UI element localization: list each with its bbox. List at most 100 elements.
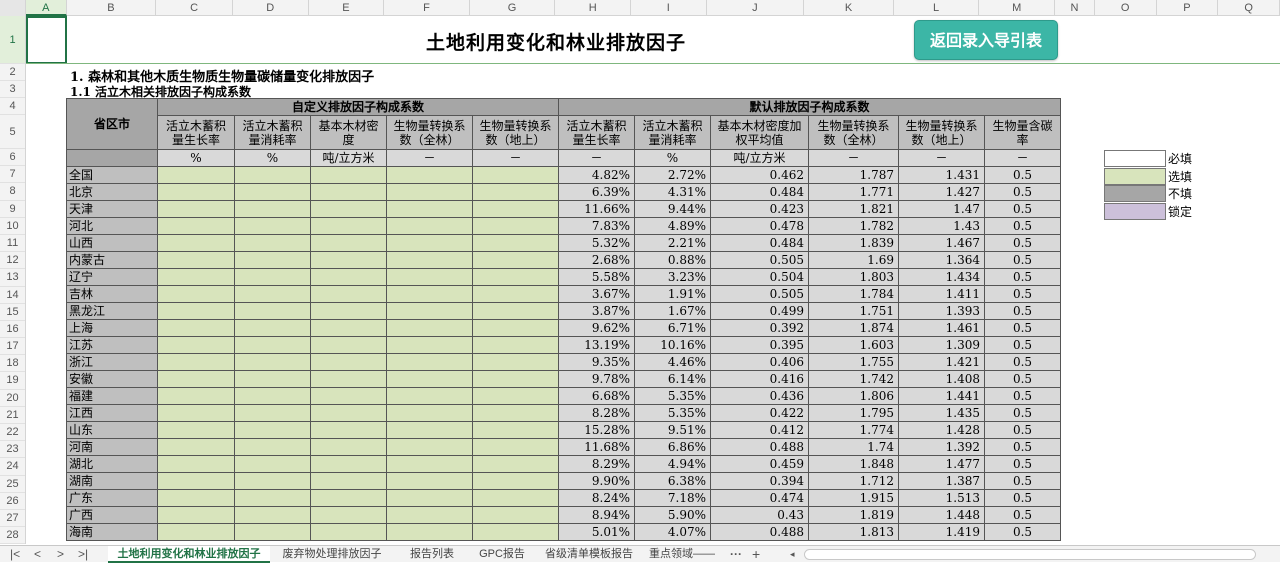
col-header-l[interactable]: L	[894, 0, 980, 16]
custom-input-cell[interactable]	[472, 183, 559, 201]
col-header-h[interactable]: H	[555, 0, 632, 16]
col-header-q[interactable]: Q	[1218, 0, 1280, 16]
row-header[interactable]: 5	[0, 115, 25, 149]
tab-provincial-template[interactable]: 省级清单模板报告	[536, 546, 642, 563]
custom-input-cell[interactable]	[472, 387, 559, 405]
row-header[interactable]: 7	[0, 166, 25, 184]
custom-input-cell[interactable]	[386, 183, 473, 201]
custom-input-cell[interactable]	[472, 166, 559, 184]
custom-input-cell[interactable]	[234, 285, 311, 303]
custom-input-cell[interactable]	[157, 336, 235, 354]
row-header[interactable]: 25	[0, 476, 25, 493]
custom-input-cell[interactable]	[472, 438, 559, 456]
custom-input-cell[interactable]	[310, 438, 387, 456]
custom-input-cell[interactable]	[157, 455, 235, 473]
next-sheet-icon[interactable]: >	[57, 546, 64, 563]
custom-input-cell[interactable]	[386, 438, 473, 456]
row-header[interactable]: 19	[0, 372, 25, 390]
select-all-corner[interactable]	[0, 0, 26, 16]
row-header[interactable]: 12	[0, 252, 25, 270]
custom-input-cell[interactable]	[157, 353, 235, 371]
custom-input-cell[interactable]	[310, 319, 387, 337]
custom-input-cell[interactable]	[157, 183, 235, 201]
custom-input-cell[interactable]	[157, 234, 235, 252]
custom-input-cell[interactable]	[234, 421, 311, 439]
custom-input-cell[interactable]	[386, 200, 473, 218]
custom-input-cell[interactable]	[234, 217, 311, 235]
col-header-j[interactable]: J	[707, 0, 805, 16]
custom-input-cell[interactable]	[234, 404, 311, 422]
custom-input-cell[interactable]	[386, 506, 473, 524]
row-header[interactable]: 20	[0, 390, 25, 407]
row-header[interactable]: 13	[0, 269, 25, 287]
row-header[interactable]: 15	[0, 304, 25, 321]
custom-input-cell[interactable]	[386, 251, 473, 269]
custom-input-cell[interactable]	[472, 404, 559, 422]
more-sheets-icon[interactable]: ···	[730, 546, 742, 563]
custom-input-cell[interactable]	[310, 166, 387, 184]
col-header-f[interactable]: F	[384, 0, 470, 16]
custom-input-cell[interactable]	[472, 217, 559, 235]
custom-input-cell[interactable]	[157, 268, 235, 286]
custom-input-cell[interactable]	[234, 234, 311, 252]
row-header[interactable]: 14	[0, 287, 25, 304]
custom-input-cell[interactable]	[157, 438, 235, 456]
custom-input-cell[interactable]	[310, 353, 387, 371]
custom-input-cell[interactable]	[157, 472, 235, 490]
custom-input-cell[interactable]	[310, 268, 387, 286]
custom-input-cell[interactable]	[386, 285, 473, 303]
custom-input-cell[interactable]	[310, 421, 387, 439]
custom-input-cell[interactable]	[234, 166, 311, 184]
custom-input-cell[interactable]	[472, 421, 559, 439]
custom-input-cell[interactable]	[234, 183, 311, 201]
row-header[interactable]: 11	[0, 235, 25, 253]
custom-input-cell[interactable]	[157, 404, 235, 422]
custom-input-cell[interactable]	[310, 489, 387, 507]
col-header-d[interactable]: D	[233, 0, 309, 16]
custom-input-cell[interactable]	[310, 370, 387, 388]
custom-input-cell[interactable]	[234, 472, 311, 490]
row-header[interactable]: 24	[0, 458, 25, 476]
custom-input-cell[interactable]	[310, 285, 387, 303]
custom-input-cell[interactable]	[386, 472, 473, 490]
custom-input-cell[interactable]	[157, 506, 235, 524]
custom-input-cell[interactable]	[472, 489, 559, 507]
custom-input-cell[interactable]	[234, 353, 311, 371]
custom-input-cell[interactable]	[472, 302, 559, 320]
tab-report-list[interactable]: 报告列表	[395, 546, 469, 563]
col-header-o[interactable]: O	[1095, 0, 1157, 16]
custom-input-cell[interactable]	[386, 217, 473, 235]
tab-waste-treatment[interactable]: 废弃物处理排放因子	[276, 546, 388, 563]
custom-input-cell[interactable]	[386, 370, 473, 388]
col-header-i[interactable]: I	[631, 0, 707, 16]
row-header[interactable]: 2	[0, 64, 25, 81]
row-header[interactable]: 1	[0, 16, 25, 64]
custom-input-cell[interactable]	[472, 251, 559, 269]
custom-input-cell[interactable]	[157, 302, 235, 320]
tab-key-sectors[interactable]: 重点领域——	[646, 546, 718, 563]
row-header[interactable]: 26	[0, 493, 25, 510]
custom-input-cell[interactable]	[157, 387, 235, 405]
custom-input-cell[interactable]	[472, 319, 559, 337]
custom-input-cell[interactable]	[234, 200, 311, 218]
last-sheet-icon[interactable]: >|	[78, 546, 88, 563]
custom-input-cell[interactable]	[310, 506, 387, 524]
row-header[interactable]: 8	[0, 183, 25, 201]
col-header-c[interactable]: C	[156, 0, 233, 16]
custom-input-cell[interactable]	[234, 438, 311, 456]
custom-input-cell[interactable]	[157, 421, 235, 439]
scroll-left-icon[interactable]: ◂	[790, 546, 795, 563]
custom-input-cell[interactable]	[234, 251, 311, 269]
custom-input-cell[interactable]	[472, 336, 559, 354]
row-header[interactable]: 16	[0, 321, 25, 339]
custom-input-cell[interactable]	[472, 285, 559, 303]
custom-input-cell[interactable]	[472, 234, 559, 252]
custom-input-cell[interactable]	[310, 217, 387, 235]
row-header[interactable]: 27	[0, 510, 25, 528]
col-header-b[interactable]: B	[67, 0, 157, 16]
custom-input-cell[interactable]	[386, 455, 473, 473]
custom-input-cell[interactable]	[234, 319, 311, 337]
row-header[interactable]: 22	[0, 424, 25, 442]
custom-input-cell[interactable]	[234, 455, 311, 473]
custom-input-cell[interactable]	[157, 319, 235, 337]
